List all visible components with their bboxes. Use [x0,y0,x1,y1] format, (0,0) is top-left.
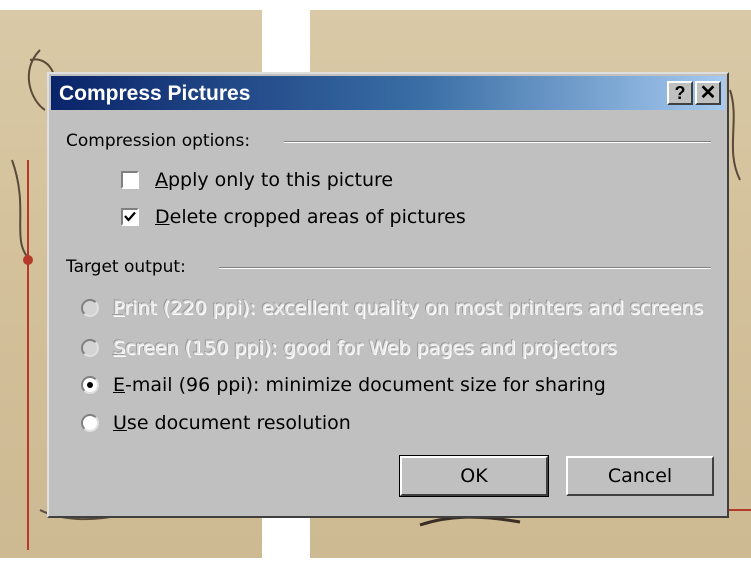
radio-email[interactable] [81,376,99,394]
cancel-button[interactable]: Cancel [566,456,714,496]
delete-cropped-checkbox[interactable] [121,208,139,226]
radio-print [81,299,99,317]
screen-label: Screen (150 ppi): good for Web pages and… [113,337,617,359]
radio-print-row: Print (220 ppi): excellent quality on mo… [81,297,703,319]
print-label: Print (220 ppi): excellent quality on mo… [113,297,704,319]
target-group-divider [219,267,711,269]
radio-document-resolution-row[interactable]: Use document resolution [81,412,351,434]
dialog-title: Compress Pictures [59,82,251,105]
compression-group-divider [284,141,711,143]
compress-pictures-dialog: Compress Pictures ? ✕ Compression option… [47,72,729,518]
radio-document-resolution[interactable] [81,414,99,432]
apply-only-checkbox[interactable] [121,171,139,189]
help-button[interactable]: ? [667,81,693,105]
delete-cropped-checkbox-row[interactable]: Delete cropped areas of pictures [121,206,466,228]
compression-options-label: Compression options: [66,131,251,151]
email-label: E-mail (96 ppi): minimize document size … [113,374,606,396]
radio-screen-row: Screen (150 ppi): good for Web pages and… [81,337,617,359]
target-output-label: Target output: [66,257,186,277]
delete-cropped-label: Delete cropped areas of pictures [155,206,466,228]
apply-only-checkbox-row[interactable]: Apply only to this picture [121,169,393,191]
radio-selected-dot [87,382,93,388]
radio-screen [81,339,99,357]
apply-only-label: Apply only to this picture [155,169,394,191]
title-bar: Compress Pictures ? ✕ [51,76,725,110]
ok-button[interactable]: OK [399,455,549,497]
close-button[interactable]: ✕ [695,81,721,105]
document-resolution-label: Use document resolution [113,412,351,434]
radio-email-row[interactable]: E-mail (96 ppi): minimize document size … [81,374,606,396]
checkmark-icon [124,211,136,222]
